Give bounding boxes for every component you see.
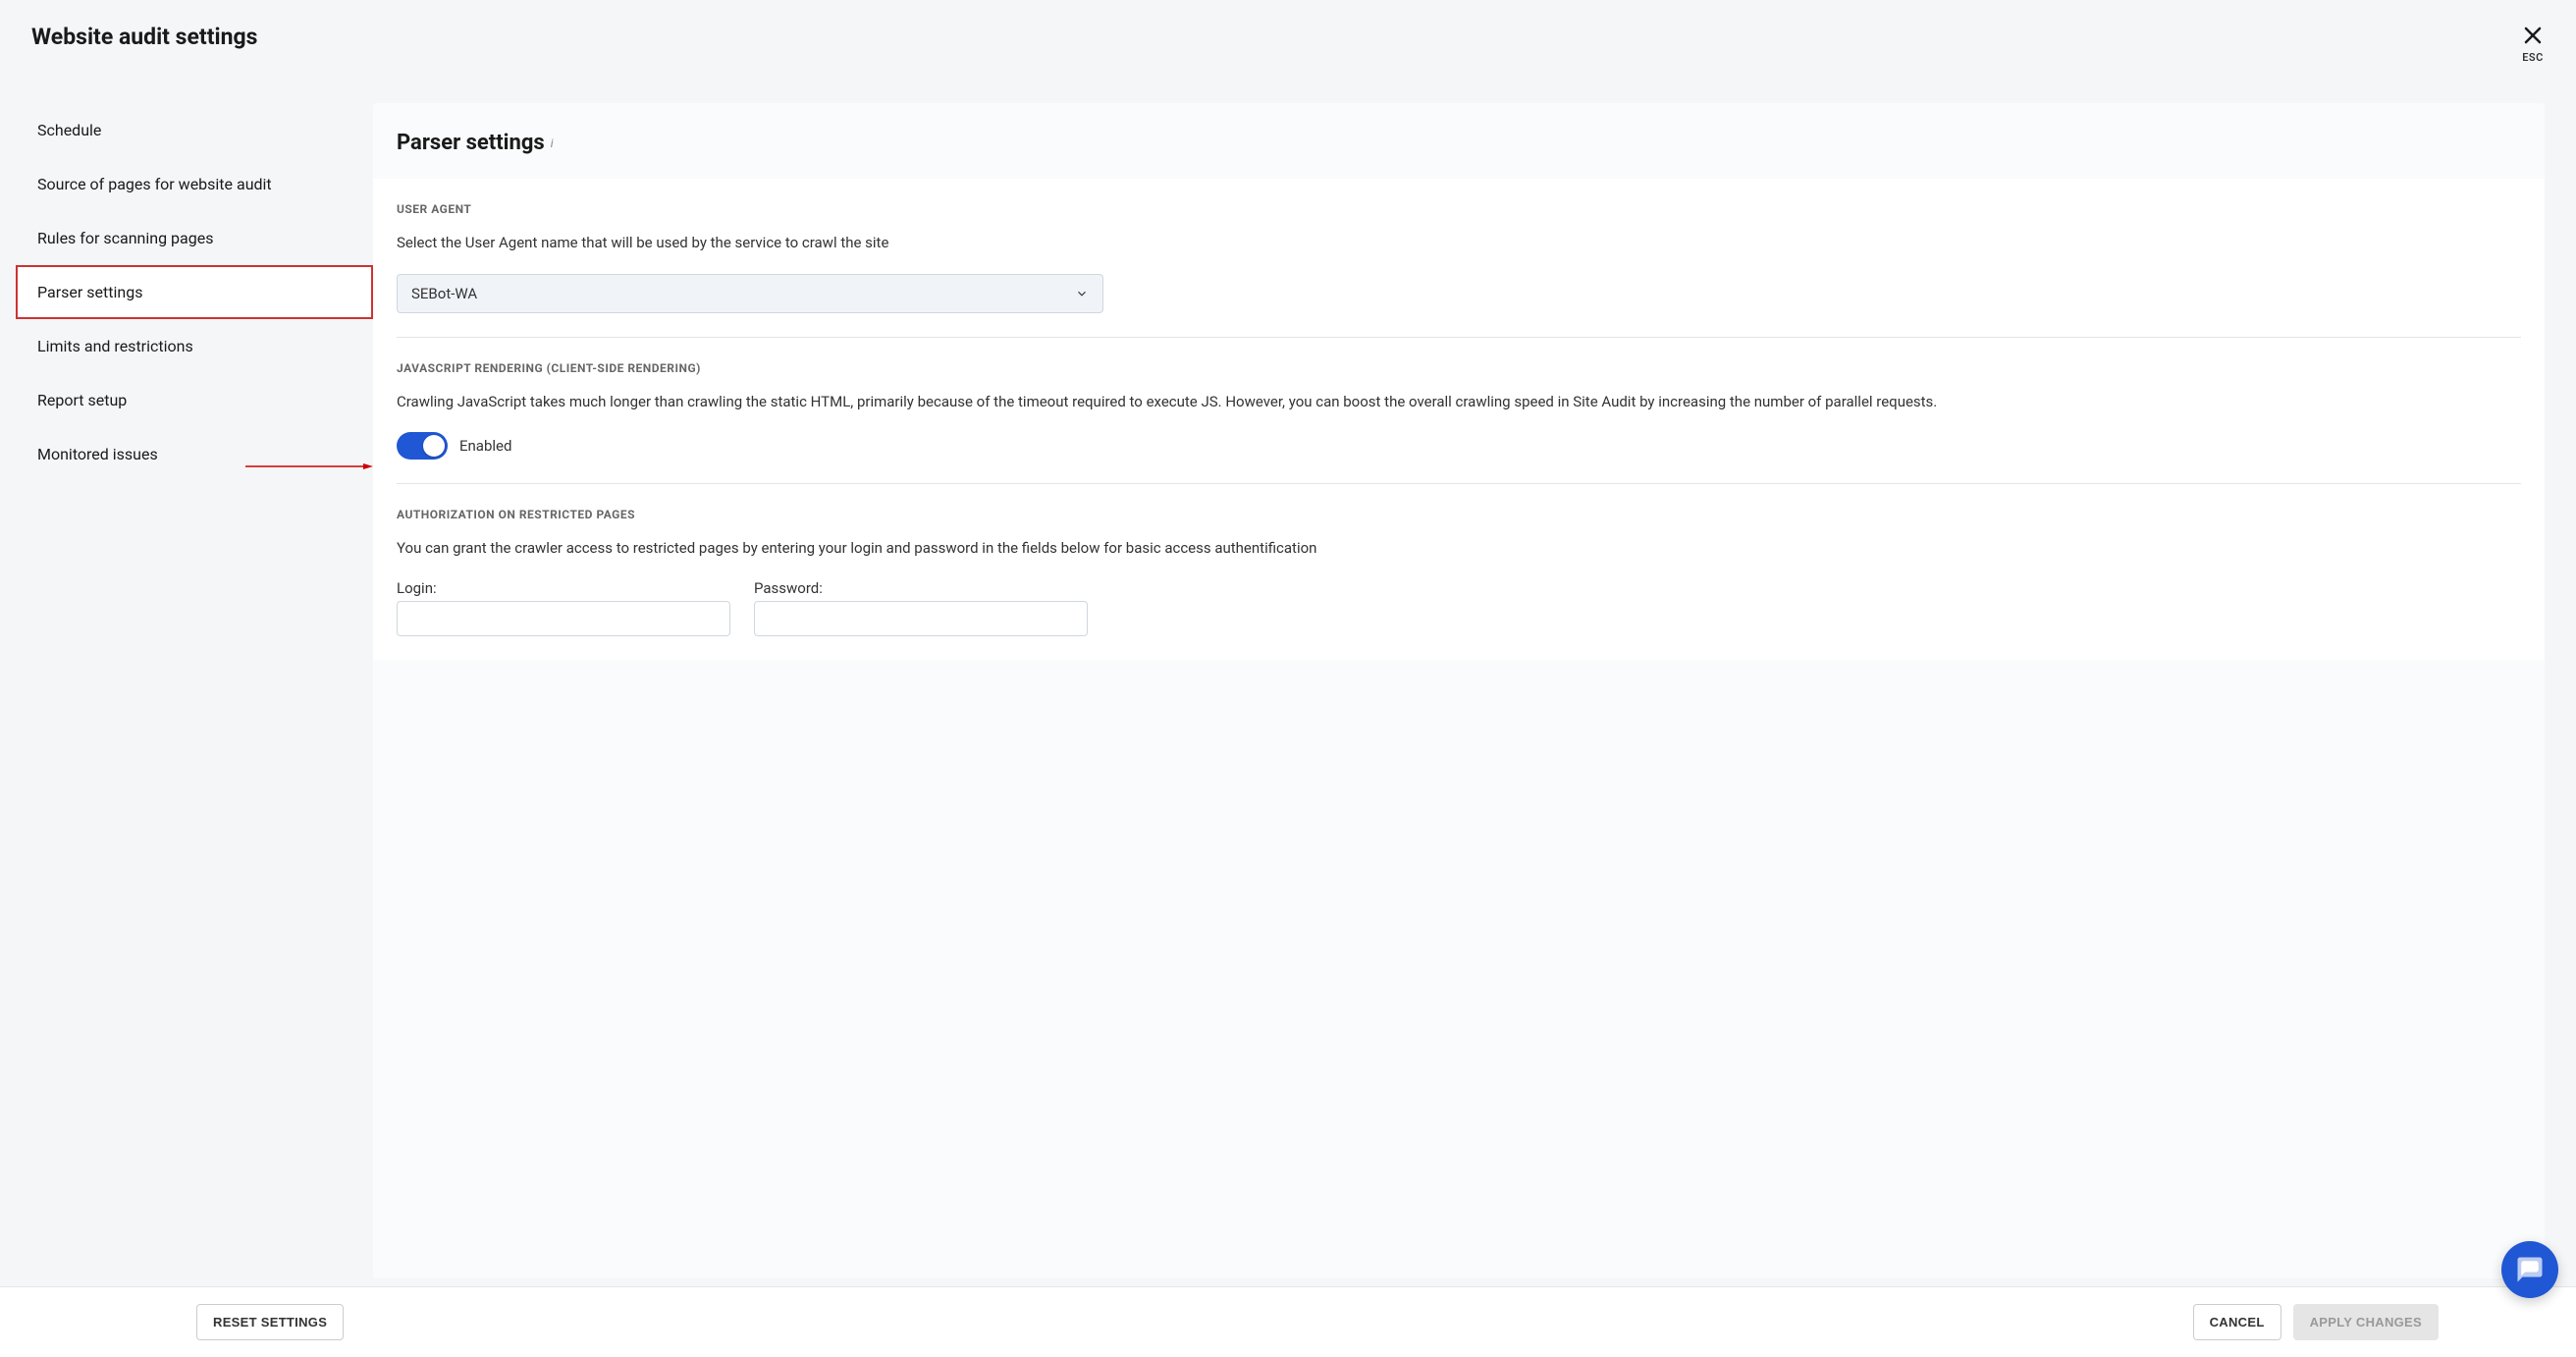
sidebar: Schedule Source of pages for website aud… — [0, 103, 373, 1278]
password-field-group: Password: — [754, 579, 1088, 636]
user-agent-select-wrapper: SEBot-WA — [397, 274, 1103, 313]
content-body: USER AGENT Select the User Agent name th… — [373, 179, 2545, 660]
arrow-annotation-icon — [245, 463, 373, 469]
js-rendering-toggle[interactable] — [397, 432, 448, 460]
cancel-button[interactable]: CANCEL — [2193, 1304, 2281, 1340]
user-agent-select[interactable]: SEBot-WA — [397, 274, 1103, 313]
section-title-user-agent: USER AGENT — [397, 202, 2521, 216]
section-js-rendering: JAVASCRIPT RENDERING (CLIENT-SIDE RENDER… — [397, 338, 2521, 485]
section-auth: AUTHORIZATION ON RESTRICTED PAGES You ca… — [397, 484, 2521, 660]
login-input[interactable] — [397, 601, 730, 636]
content-title: Parser settings — [397, 131, 545, 155]
sidebar-item-issues[interactable]: Monitored issues — [16, 427, 373, 481]
sidebar-item-schedule[interactable]: Schedule — [16, 103, 373, 157]
password-label: Password: — [754, 579, 1088, 597]
chevron-down-icon — [1075, 287, 1089, 300]
sidebar-item-rules[interactable]: Rules for scanning pages — [16, 211, 373, 265]
content-header: Parser settings i — [373, 103, 2545, 179]
reset-settings-button[interactable]: RESET SETTINGS — [196, 1304, 344, 1340]
esc-label: ESC — [2522, 51, 2544, 64]
section-title-auth: AUTHORIZATION ON RESTRICTED PAGES — [397, 508, 2521, 521]
js-toggle-label: Enabled — [459, 437, 511, 455]
chat-bubble-button[interactable] — [2501, 1241, 2558, 1298]
chat-icon — [2515, 1255, 2545, 1284]
section-title-js: JAVASCRIPT RENDERING (CLIENT-SIDE RENDER… — [397, 361, 2521, 375]
sidebar-item-source[interactable]: Source of pages for website audit — [16, 157, 373, 211]
footer-right: CANCEL APPLY CHANGES — [2193, 1304, 2439, 1340]
close-icon[interactable] — [2521, 24, 2545, 47]
dialog-header: Website audit settings ESC — [0, 0, 2576, 64]
section-desc-user-agent: Select the User Agent name that will be … — [397, 232, 2521, 254]
user-agent-selected-value: SEBot-WA — [411, 285, 477, 302]
main-container: Schedule Source of pages for website aud… — [0, 64, 2576, 1278]
footer: RESET SETTINGS CANCEL APPLY CHANGES — [0, 1286, 2576, 1357]
sidebar-item-report[interactable]: Report setup — [16, 373, 373, 427]
toggle-knob — [423, 435, 445, 457]
content-panel: Parser settings i USER AGENT Select the … — [373, 103, 2545, 1278]
login-label: Login: — [397, 579, 730, 597]
auth-fields: Login: Password: — [397, 579, 2521, 636]
password-input[interactable] — [754, 601, 1088, 636]
info-icon[interactable]: i — [551, 136, 554, 150]
section-desc-auth: You can grant the crawler access to rest… — [397, 537, 2521, 560]
sidebar-item-parser[interactable]: Parser settings — [16, 265, 373, 319]
section-desc-js: Crawling JavaScript takes much longer th… — [397, 391, 2521, 413]
dialog-title: Website audit settings — [31, 24, 257, 50]
sidebar-item-limits[interactable]: Limits and restrictions — [16, 319, 373, 373]
js-toggle-row: Enabled — [397, 432, 2521, 460]
login-field-group: Login: — [397, 579, 730, 636]
section-user-agent: USER AGENT Select the User Agent name th… — [397, 179, 2521, 338]
close-container: ESC — [2521, 24, 2545, 64]
apply-changes-button[interactable]: APPLY CHANGES — [2293, 1304, 2439, 1340]
